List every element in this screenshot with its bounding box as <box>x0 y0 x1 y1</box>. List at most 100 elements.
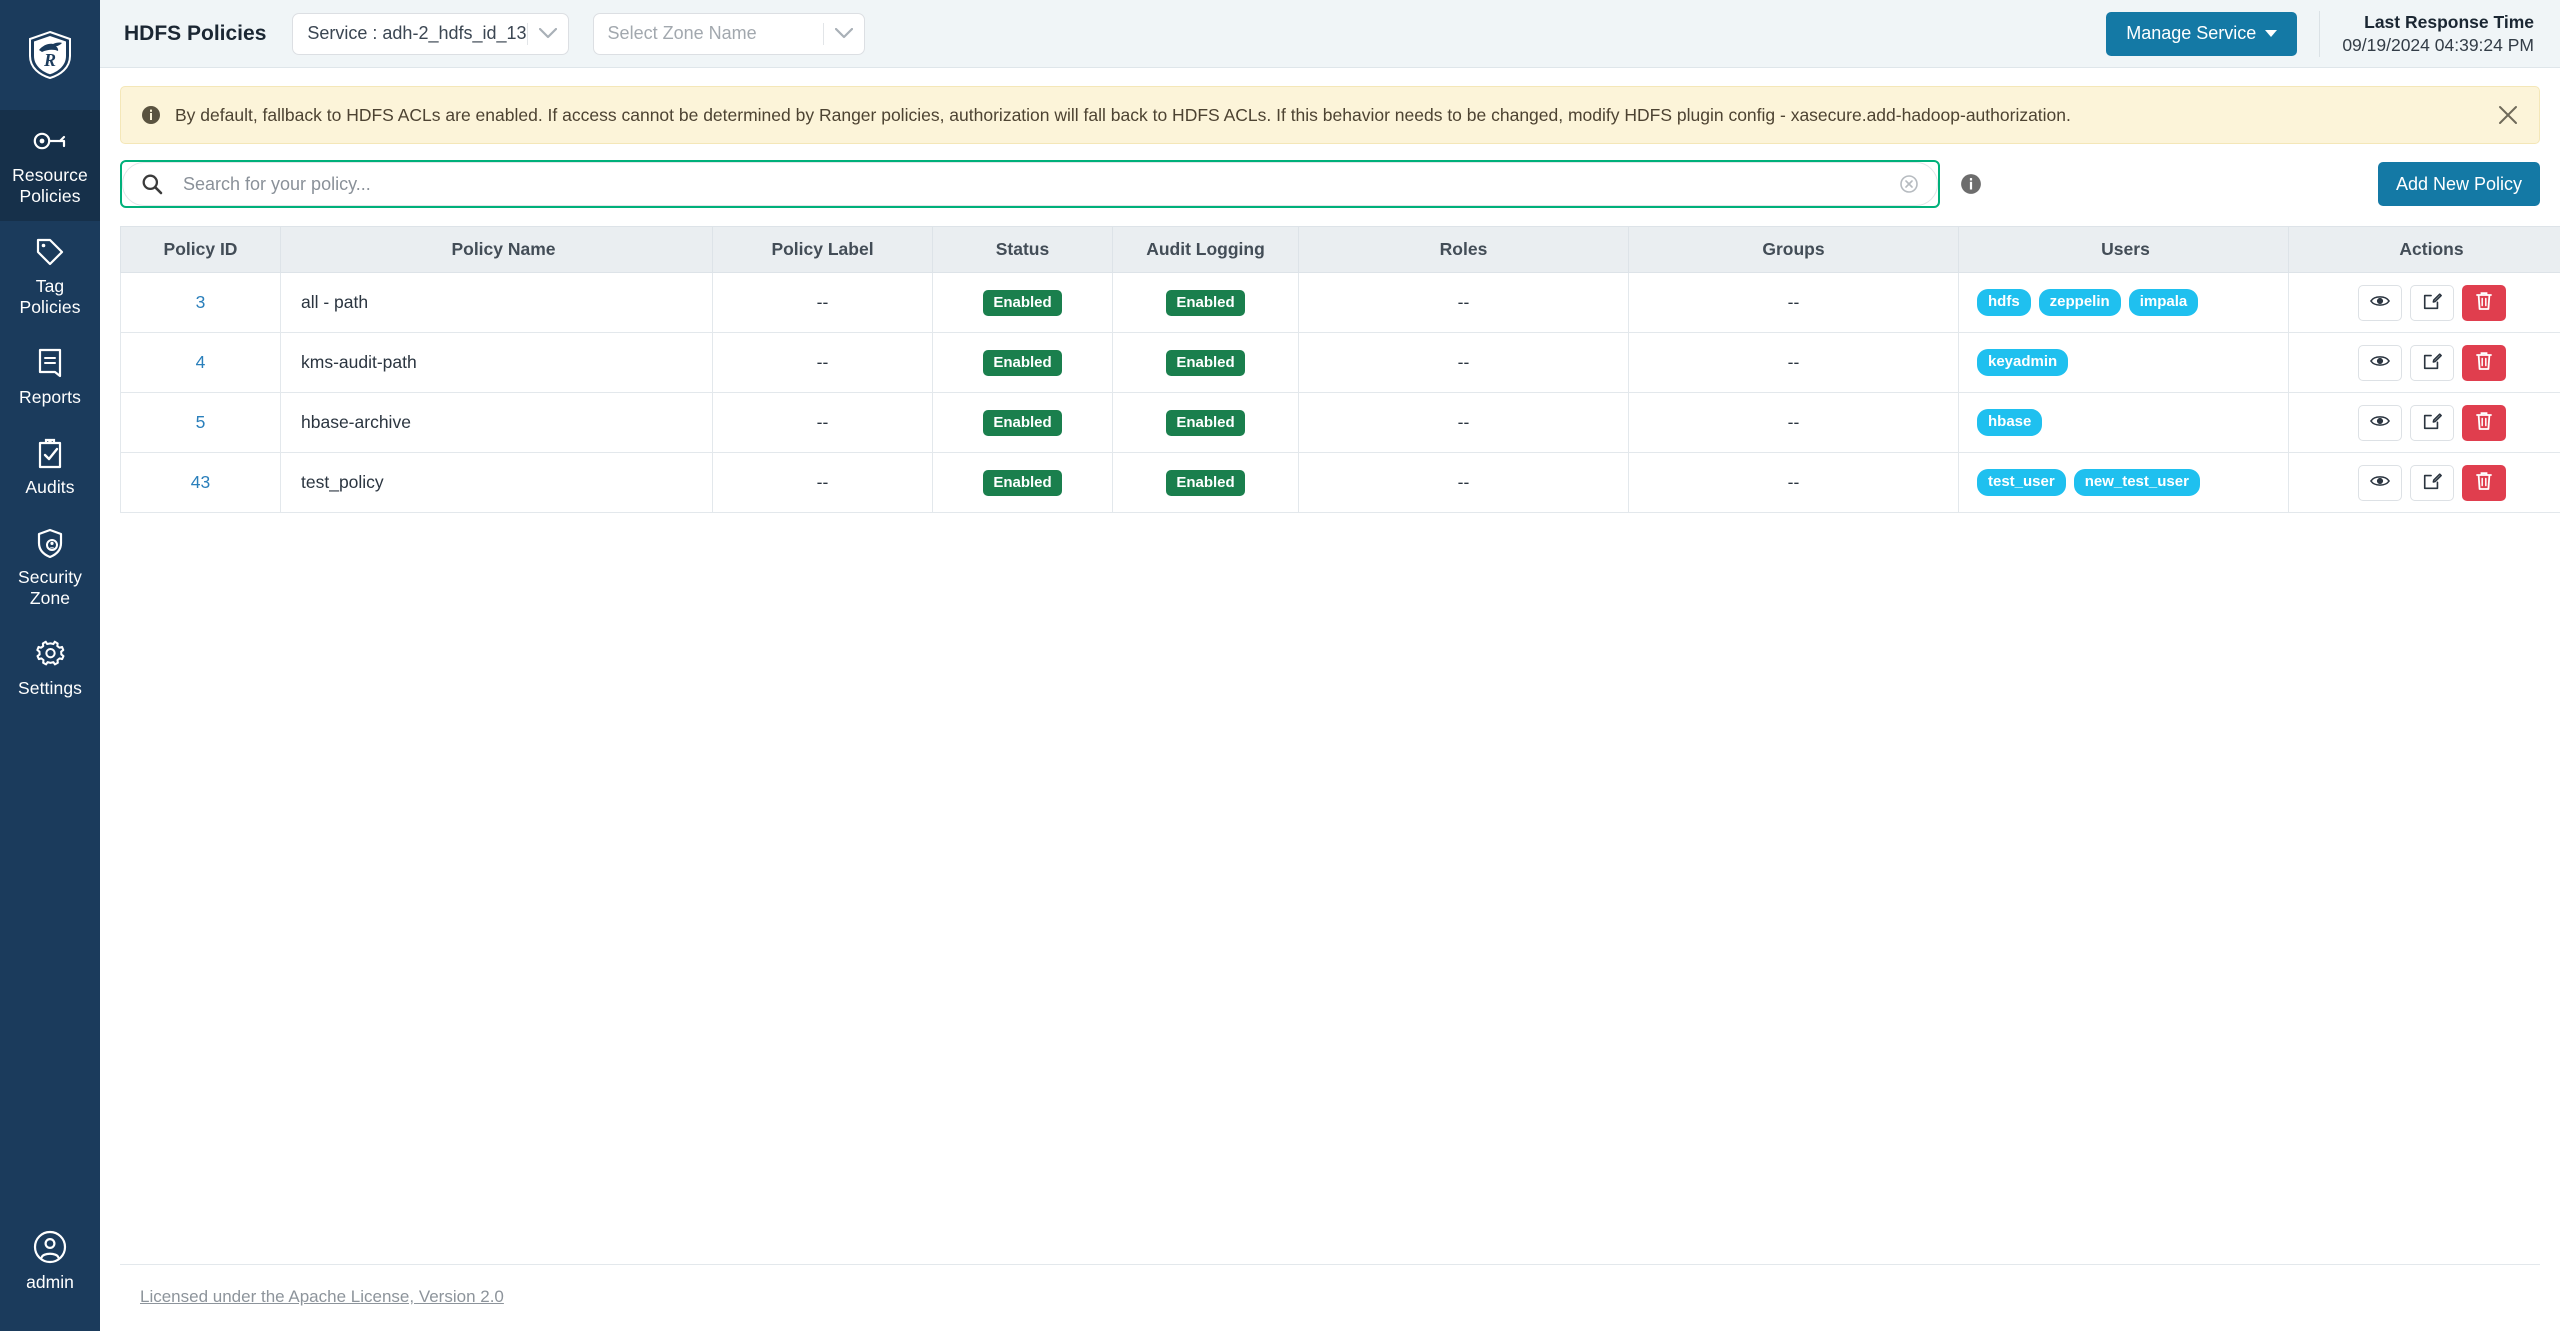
column-header-policy-label[interactable]: Policy Label <box>712 226 933 273</box>
sidebar-item-settings[interactable]: Settings <box>0 623 100 713</box>
sidebar-item-audits[interactable]: Audits <box>0 422 100 512</box>
cell-actions <box>2288 452 2560 513</box>
audit-logging-badge: Enabled <box>1166 409 1245 436</box>
cell-policy-name: all - path <box>280 272 713 333</box>
column-header-actions[interactable]: Actions <box>2288 226 2560 273</box>
zone-select[interactable]: Select Zone Name <box>592 12 865 55</box>
trash-icon <box>2475 411 2493 434</box>
main-content: HDFS Policies Service : adh-2_hdfs_id_13… <box>100 0 2560 1331</box>
status-badge: Enabled <box>983 349 1062 376</box>
status-badge: Enabled <box>983 469 1062 496</box>
policy-label-text: -- <box>816 472 829 492</box>
search-box-inner <box>122 162 1938 206</box>
user-chip-list: keyadmin <box>1977 348 2278 377</box>
column-header-status[interactable]: Status <box>932 226 1113 273</box>
audit-logging-badge: Enabled <box>1166 349 1245 376</box>
user-chip[interactable]: hbase <box>1977 408 2043 437</box>
row-action-group <box>2299 464 2560 501</box>
apache-license-link[interactable]: Licensed under the Apache License, Versi… <box>140 1287 504 1306</box>
zone-select-right <box>822 14 864 54</box>
cell-policy-name: kms-audit-path <box>280 332 713 393</box>
edit-policy-button[interactable] <box>2409 404 2454 441</box>
add-new-policy-button[interactable]: Add New Policy <box>2377 162 2540 206</box>
cell-users: keyadmin <box>1958 332 2289 393</box>
edit-icon <box>2422 471 2442 494</box>
delete-policy-button[interactable] <box>2461 404 2506 441</box>
user-chip[interactable]: zeppelin <box>2038 288 2121 317</box>
sidebar-item-security-zone[interactable]: Security Zone <box>0 512 100 623</box>
tag-icon <box>31 235 69 269</box>
column-header-groups[interactable]: Groups <box>1628 226 1959 273</box>
sidebar-user[interactable]: admin <box>0 1230 100 1331</box>
column-header-policy-id[interactable]: Policy ID <box>120 226 281 273</box>
user-chip[interactable]: hdfs <box>1977 288 2031 317</box>
cell-audit-logging: Enabled <box>1112 332 1299 393</box>
policy-name-text: hbase-archive <box>301 412 411 432</box>
user-chip[interactable]: new_test_user <box>2073 468 2200 497</box>
cell-roles: -- <box>1298 272 1629 333</box>
view-policy-button[interactable] <box>2357 284 2402 321</box>
row-action-group <box>2299 404 2560 441</box>
delete-policy-button[interactable] <box>2461 284 2506 321</box>
cell-actions <box>2288 392 2560 453</box>
view-policy-button[interactable] <box>2357 344 2402 381</box>
cell-policy-id: 5 <box>120 392 281 453</box>
policy-id-link[interactable]: 4 <box>196 352 206 372</box>
edit-policy-button[interactable] <box>2409 464 2454 501</box>
groups-text: -- <box>1787 292 1800 312</box>
column-header-policy-name[interactable]: Policy Name <box>280 226 713 273</box>
policy-id-link[interactable]: 43 <box>191 472 210 492</box>
cell-groups: -- <box>1628 452 1959 513</box>
delete-policy-button[interactable] <box>2461 344 2506 381</box>
column-header-roles[interactable]: Roles <box>1298 226 1629 273</box>
sidebar-item-resource-policies[interactable]: Resource Policies <box>0 110 100 221</box>
policy-id-link[interactable]: 5 <box>196 412 206 432</box>
sidebar-item-label: Reports <box>19 387 81 407</box>
status-badge: Enabled <box>983 409 1062 436</box>
service-select[interactable]: Service : adh-2_hdfs_id_13 <box>292 12 569 55</box>
roles-text: -- <box>1457 412 1470 432</box>
view-policy-button[interactable] <box>2357 464 2402 501</box>
trash-icon <box>2475 351 2493 374</box>
cell-roles: -- <box>1298 452 1629 513</box>
search-info-icon[interactable] <box>1958 171 1984 197</box>
search-box[interactable] <box>120 160 1940 208</box>
cell-roles: -- <box>1298 332 1629 393</box>
trash-icon <box>2475 291 2493 314</box>
column-header-users[interactable]: Users <box>1958 226 2289 273</box>
edit-icon <box>2422 351 2442 374</box>
edit-policy-button[interactable] <box>2409 344 2454 381</box>
policy-table-head: Policy ID Policy Name Policy Label Statu… <box>120 226 2560 273</box>
cell-policy-label: -- <box>712 332 933 393</box>
table-row: 3 all - path -- Enabled Enabled -- -- hd… <box>120 272 2560 333</box>
last-response-title: Last Response Time <box>2364 11 2534 32</box>
topbar: HDFS Policies Service : adh-2_hdfs_id_13… <box>100 0 2560 68</box>
user-chip[interactable]: keyadmin <box>1977 348 2069 377</box>
user-chip[interactable]: test_user <box>1977 468 2066 497</box>
cell-status: Enabled <box>932 332 1113 393</box>
service-select-value: Service : adh-2_hdfs_id_13 <box>307 23 527 43</box>
sidebar-item-tag-policies[interactable]: Tag Policies <box>0 221 100 332</box>
user-chip-list: hbase <box>1977 408 2278 437</box>
column-header-audit-logging[interactable]: Audit Logging <box>1112 226 1299 273</box>
policy-id-link[interactable]: 3 <box>196 292 206 312</box>
view-policy-button[interactable] <box>2357 404 2402 441</box>
last-response-block: Last Response Time 09/19/2024 04:39:24 P… <box>2342 11 2542 57</box>
app-logo[interactable]: R <box>0 0 100 110</box>
roles-text: -- <box>1457 352 1470 372</box>
search-row: Add New Policy <box>100 144 2560 208</box>
sidebar-item-reports[interactable]: Reports <box>0 332 100 422</box>
groups-text: -- <box>1787 412 1800 432</box>
user-chip[interactable]: impala <box>2128 288 2199 317</box>
sidebar-item-label: Resource Policies <box>12 165 88 206</box>
cell-audit-logging: Enabled <box>1112 392 1299 453</box>
chevron-down-icon[interactable] <box>824 28 864 39</box>
close-icon[interactable] <box>2491 98 2525 132</box>
chevron-down-icon[interactable] <box>528 28 568 39</box>
edit-policy-button[interactable] <box>2409 284 2454 321</box>
delete-policy-button[interactable] <box>2461 464 2506 501</box>
search-input[interactable] <box>167 173 1889 195</box>
clear-circle-icon[interactable] <box>1897 172 1921 196</box>
eye-icon <box>2369 294 2390 311</box>
manage-service-button[interactable]: Manage Service <box>2106 11 2298 56</box>
